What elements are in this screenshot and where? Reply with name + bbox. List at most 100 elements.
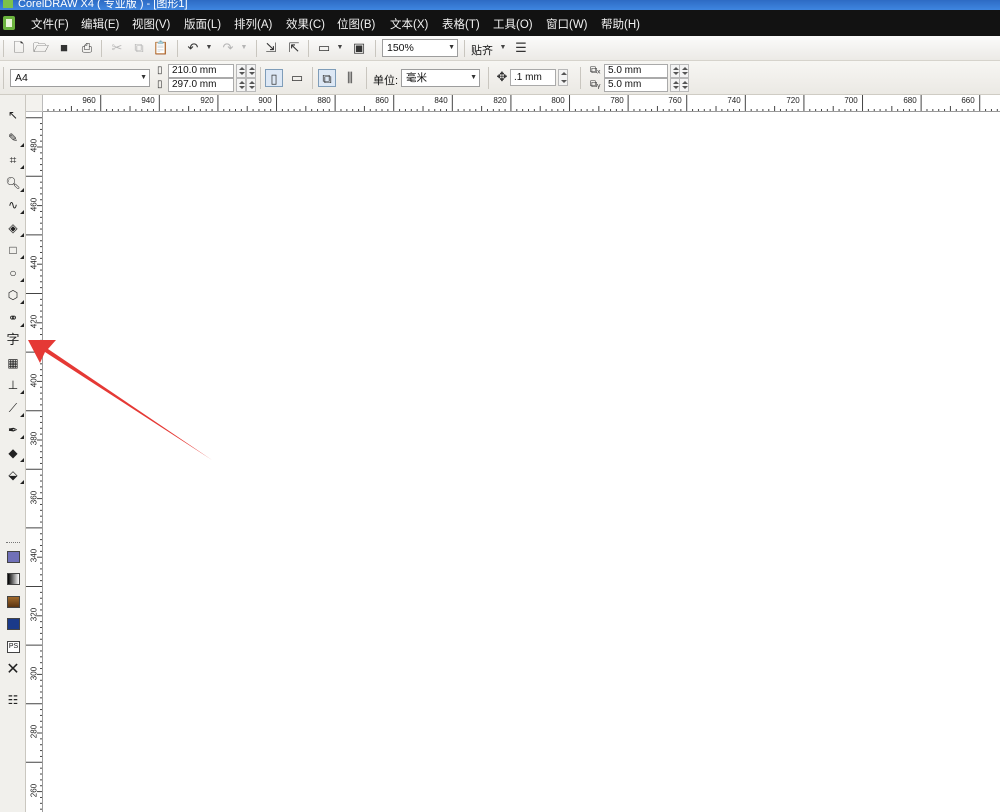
duplicate-y-field[interactable]: 5.0 mm [604, 78, 668, 92]
vertical-ruler[interactable]: 480 460 440 420 400 380 360 340 320 300 … [26, 112, 43, 812]
vruler-label: 360 [29, 490, 39, 505]
shape-tool-icon[interactable]: ✎ [4, 129, 24, 147]
crop-tool-icon[interactable]: ⌗ [4, 151, 24, 169]
units-select[interactable]: 毫米 ▼ [401, 69, 480, 87]
page-height-field[interactable]: 297.0 mm [168, 78, 234, 92]
paper-size-select[interactable]: A4 ▼ [10, 69, 150, 87]
table-tool-icon[interactable]: ▦ [4, 354, 22, 372]
toolbar-separator [177, 40, 178, 57]
ellipse-tool-icon[interactable]: ○ [4, 264, 24, 282]
menu-text[interactable]: 文本(X) [390, 16, 428, 32]
hruler-label: 740 [727, 96, 741, 105]
vruler-label: 260 [29, 783, 39, 798]
hruler-label: 820 [493, 96, 507, 105]
pick-tool-icon[interactable]: ↖ [4, 106, 22, 124]
menu-edit[interactable]: 编辑(E) [81, 16, 119, 32]
menu-view[interactable]: 视图(V) [132, 16, 170, 32]
rectangle-tool-icon[interactable]: □ [4, 241, 24, 259]
options-icon[interactable]: ☰ [512, 39, 530, 57]
snap-dropdown-icon[interactable]: ▼ [499, 39, 507, 57]
menu-table[interactable]: 表格(T) [442, 16, 480, 32]
polygon-tool-icon[interactable]: ⬡ [4, 286, 24, 304]
vruler-label: 460 [29, 197, 39, 212]
duplicate-x-spinner-alt[interactable] [679, 64, 689, 78]
property-bar: A4 ▼ ▯ 210.0 mm ▯ 297.0 mm ▯ ▭ ⧉ ⫼ 单位: 毫… [0, 61, 1000, 95]
new-icon[interactable]: 🗋 [10, 39, 28, 57]
page-height-icon: ▯ [157, 79, 163, 90]
nudge-field[interactable]: .1 mm [510, 69, 556, 86]
postscript-fill-icon[interactable]: PS [7, 641, 20, 653]
width-spinner-alt[interactable] [246, 64, 256, 78]
menu-help[interactable]: 帮助(H) [601, 16, 640, 32]
document-icon[interactable] [3, 16, 15, 30]
redo-dropdown-icon[interactable]: ▼ [240, 39, 248, 57]
cut-icon[interactable]: ✂ [108, 39, 126, 57]
toolbar-separator [580, 67, 581, 89]
duplicate-x-field[interactable]: 5.0 mm [604, 64, 668, 78]
launcher-dropdown-icon[interactable]: ▼ [336, 39, 344, 57]
menu-file[interactable]: 文件(F) [31, 16, 69, 32]
smart-fill-tool-icon[interactable]: ◈ [4, 219, 24, 237]
fountain-fill-swatch[interactable] [7, 573, 20, 585]
open-icon[interactable]: 🗁 [32, 39, 50, 57]
undo-icon[interactable]: ↶ [184, 39, 202, 57]
basic-shapes-tool-icon[interactable]: ⚭ [4, 309, 24, 327]
menu-bitmaps[interactable]: 位图(B) [337, 16, 375, 32]
hruler-label: 760 [668, 96, 682, 105]
page-width-icon: ▯ [157, 65, 163, 76]
freehand-tool-icon[interactable]: ∿ [4, 196, 24, 214]
import-icon[interactable]: ⇲ [262, 39, 280, 57]
menu-effects[interactable]: 效果(C) [286, 16, 325, 32]
zoom-tool-icon[interactable]: 🔍︎ [4, 174, 24, 192]
dimension-tool-icon[interactable]: ⊥ [4, 376, 24, 394]
no-fill-icon[interactable]: ✕ [4, 661, 22, 679]
redo-icon[interactable]: ↷ [219, 39, 237, 57]
toolbar-separator [488, 67, 489, 89]
drawing-canvas[interactable] [43, 112, 1000, 812]
print-icon[interactable]: ⎙ [78, 39, 96, 57]
uniform-fill-swatch[interactable] [7, 551, 20, 563]
window-title: CorelDRAW X4 ( 专业版 ) - [图形1] [18, 0, 188, 10]
height-spinner[interactable] [236, 78, 246, 92]
fill-options-icon[interactable]: ☷ [4, 691, 22, 709]
eyedropper-tool-icon[interactable]: ⟋ [4, 399, 24, 417]
toolbar-separator [256, 40, 257, 57]
zoom-level-select[interactable]: 150% ▼ [382, 39, 458, 57]
save-icon[interactable]: ■ [55, 39, 73, 57]
outline-tool-icon[interactable]: ✒ [4, 421, 24, 439]
landscape-icon[interactable]: ▭ [288, 69, 306, 87]
export-icon[interactable]: ⇱ [285, 39, 303, 57]
text-tool-icon[interactable]: 字 [4, 331, 22, 349]
snap-to-button[interactable]: 贴齐 [471, 42, 493, 58]
ruler-origin[interactable] [26, 95, 43, 112]
hruler-label: 680 [903, 96, 917, 105]
menu-tools[interactable]: 工具(O) [493, 16, 533, 32]
portrait-icon[interactable]: ▯ [265, 69, 283, 87]
undo-dropdown-icon[interactable]: ▼ [205, 39, 213, 57]
toolbar-grip [3, 67, 4, 89]
copy-icon[interactable]: ⧉ [130, 39, 148, 57]
duplicate-y-icon: ⧉ᵧ [590, 79, 601, 90]
interactive-fill-tool-icon[interactable]: ⬙ [4, 466, 24, 484]
fill-tool-icon[interactable]: ◆ [4, 444, 24, 462]
hruler-label: 880 [317, 96, 331, 105]
width-spinner[interactable] [236, 64, 246, 78]
current-page-icon[interactable]: ⫼ [341, 69, 359, 87]
pattern-fill-swatch[interactable] [7, 618, 20, 630]
menu-window[interactable]: 窗口(W) [546, 16, 588, 32]
welcome-screen-icon[interactable]: ▣ [350, 39, 368, 57]
horizontal-ruler[interactable]: 960 940 920 900 880 860 840 820 800 780 … [43, 95, 1000, 112]
texture-fill-swatch[interactable] [7, 596, 20, 608]
paste-icon[interactable]: 📋 [152, 39, 170, 57]
toolbar-separator [101, 40, 102, 57]
all-pages-icon[interactable]: ⧉ [318, 69, 336, 87]
nudge-spinner[interactable] [558, 69, 568, 86]
menu-bar: 文件(F) 编辑(E) 视图(V) 版面(L) 排列(A) 效果(C) 位图(B… [0, 10, 1000, 36]
page-width-field[interactable]: 210.0 mm [168, 64, 234, 78]
hruler-label: 840 [434, 96, 448, 105]
menu-layout[interactable]: 版面(L) [184, 16, 221, 32]
application-launcher-icon[interactable]: ▭ [315, 39, 333, 57]
height-spinner-alt[interactable] [246, 78, 256, 92]
duplicate-y-spinner-alt[interactable] [679, 78, 689, 92]
menu-arrange[interactable]: 排列(A) [234, 16, 272, 32]
